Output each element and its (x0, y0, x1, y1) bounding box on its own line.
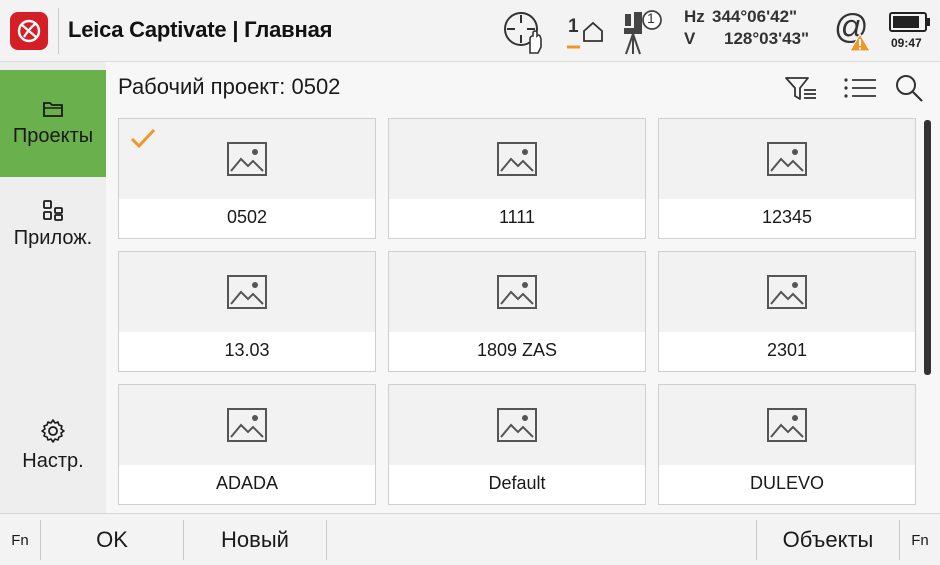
project-thumbnail (389, 252, 645, 332)
image-placeholder-icon (497, 408, 537, 442)
battery-time: 09:47 (891, 36, 922, 50)
project-thumbnail (119, 119, 375, 199)
image-placeholder-icon (767, 408, 807, 442)
objects-button[interactable]: Объекты (757, 514, 899, 565)
project-card[interactable]: 12345 (658, 118, 916, 239)
at-warning-icon[interactable]: @ (832, 8, 872, 54)
project-card[interactable]: Default (388, 384, 646, 505)
project-name: 12345 (761, 207, 813, 227)
header-divider (58, 8, 59, 54)
battery-icon[interactable] (889, 10, 933, 34)
project-grid: 0502 1111 12345 13.03 1809 ZAS 2301 ADAD… (118, 118, 916, 513)
new-button[interactable]: Новый (184, 514, 326, 565)
angle-readout: Hz 344°06'42" V 128°03'43" (684, 6, 809, 50)
crosshair-hand-icon[interactable] (500, 9, 546, 55)
fn-right-button[interactable]: Fn (900, 514, 940, 565)
project-name: 0502 (226, 207, 268, 227)
title-bar: Leica Captivate | Главная 1 1 Hz 344°06'… (0, 0, 940, 62)
leica-logo-icon[interactable] (10, 12, 48, 50)
sidebar: Проекты Прилож. Настр. (0, 62, 106, 513)
image-placeholder-icon (497, 275, 537, 309)
fn-left-button[interactable]: Fn (0, 514, 40, 565)
folder-icon (43, 102, 63, 117)
app-title: Leica Captivate | Главная (68, 17, 333, 42)
ok-button[interactable]: OK (41, 514, 183, 565)
sidebar-item-label: Настр. (22, 449, 84, 472)
filter-icon[interactable] (782, 72, 822, 109)
image-placeholder-icon (227, 275, 267, 309)
image-placeholder-icon (497, 142, 537, 176)
project-card[interactable]: 1809 ZAS (388, 251, 646, 372)
sidebar-item-settings[interactable]: Настр. (0, 405, 106, 485)
image-placeholder-icon (767, 142, 807, 176)
sidebar-item-apps[interactable]: Прилож. (0, 184, 106, 264)
sidebar-item-label: Прилож. (13, 226, 93, 249)
footer-divider (326, 520, 327, 560)
project-name: Default (488, 473, 546, 493)
apps-icon (43, 199, 63, 221)
project-card[interactable]: 1111 (388, 118, 646, 239)
sidebar-item-projects[interactable]: Проекты (0, 70, 106, 177)
project-card[interactable]: 0502 (118, 118, 376, 239)
softkey-bar: Fn OK Новый Объекты Fn (0, 513, 940, 565)
project-name: ADADA (215, 473, 278, 493)
gear-icon (41, 418, 65, 443)
target-home-icon[interactable]: 1 (562, 14, 610, 52)
project-name: 13.03 (224, 340, 270, 360)
hz-value: 344°06'42" (712, 7, 798, 26)
sidebar-item-label: Проекты (12, 125, 94, 147)
image-placeholder-icon (227, 408, 267, 442)
instrument-badge: 1 (647, 10, 655, 26)
project-card[interactable]: DULEVO (658, 384, 916, 505)
project-thumbnail (119, 252, 375, 332)
image-placeholder-icon (227, 142, 267, 176)
project-card[interactable]: 2301 (658, 251, 916, 372)
project-thumbnail (659, 119, 915, 199)
search-icon[interactable] (892, 72, 928, 109)
project-panel: Рабочий проект: 0502 0502 1111 12345 13.… (106, 62, 940, 513)
project-thumbnail (659, 252, 915, 332)
project-thumbnail (119, 385, 375, 465)
project-card[interactable]: 13.03 (118, 251, 376, 372)
scrollbar[interactable] (924, 120, 931, 375)
selected-check-icon (129, 127, 157, 156)
v-value: 128°03'43" (724, 29, 810, 48)
project-name: 1111 (498, 207, 536, 227)
instrument-icon[interactable]: 1 (620, 8, 666, 56)
v-label: V (684, 29, 696, 48)
project-name: DULEVO (749, 473, 825, 493)
project-thumbnail (389, 119, 645, 199)
project-thumbnail (659, 385, 915, 465)
project-card[interactable]: ADADA (118, 384, 376, 505)
project-name: 1809 ZAS (476, 340, 558, 360)
project-thumbnail (389, 385, 645, 465)
project-name: 2301 (766, 340, 808, 360)
page-title: Рабочий проект: 0502 (118, 74, 341, 99)
list-view-icon[interactable] (840, 72, 880, 109)
image-placeholder-icon (767, 275, 807, 309)
hz-label: Hz (684, 7, 705, 26)
